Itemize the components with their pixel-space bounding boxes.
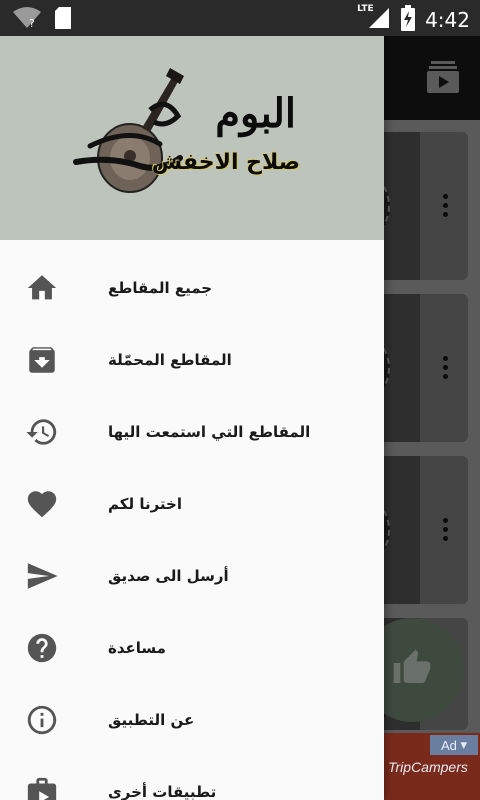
network-type-label: LTE [357, 4, 374, 14]
more-options-icon[interactable] [443, 518, 448, 541]
menu-item-history[interactable]: المقاطع التي استمعت اليها [0, 396, 384, 468]
menu-item-label: أرسل الى صديق [108, 567, 229, 585]
menu-item-label: المقاطع التي استمعت اليها [108, 423, 311, 441]
artist-name: صلاح الاخفش [151, 150, 300, 175]
ad-brand-label: TripCampers [388, 759, 468, 775]
more-options-icon[interactable] [443, 194, 448, 217]
menu-item-label: المقاطع المحمّلة [108, 351, 232, 369]
send-icon [24, 558, 60, 594]
menu-item-all-tracks[interactable]: جميع المقاطع [0, 252, 384, 324]
help-icon [24, 630, 60, 666]
menu-item-label: جميع المقاطع [108, 279, 213, 297]
sd-card-icon [54, 6, 72, 34]
menu-item-picks[interactable]: اخترنا لكم [0, 468, 384, 540]
more-options-icon[interactable] [443, 356, 448, 379]
status-bar: ? LTE 4:42 [0, 0, 480, 36]
navigation-drawer: البوم صلاح الاخفش جميع المقاطع المقاطع ا… [0, 0, 384, 800]
menu-item-label: اخترنا لكم [108, 495, 183, 513]
drawer-header: البوم صلاح الاخفش [0, 0, 384, 240]
svg-text:?: ? [29, 17, 35, 30]
store-icon [24, 774, 60, 800]
menu-item-share[interactable]: أرسل الى صديق [0, 540, 384, 612]
status-time: 4:42 [425, 8, 470, 32]
drawer-menu: جميع المقاطع المقاطع المحمّلة المقاطع ال… [0, 252, 384, 800]
menu-item-help[interactable]: مساعدة [0, 612, 384, 684]
info-icon [24, 702, 60, 738]
ad-badge[interactable]: Ad ▾ [430, 735, 478, 755]
wifi-question-icon: ? [12, 6, 42, 34]
album-title: البوم [215, 90, 296, 137]
battery-charging-icon [401, 5, 416, 35]
thumbs-up-icon [392, 648, 432, 692]
signal-icon: LTE [357, 4, 391, 34]
video-library-icon[interactable] [426, 60, 460, 98]
menu-item-label: عن التطبيق [108, 711, 195, 729]
download-box-icon [24, 342, 60, 378]
menu-item-label: تطبيقات أخرى [108, 783, 217, 800]
menu-item-label: مساعدة [108, 639, 166, 657]
menu-item-downloaded[interactable]: المقاطع المحمّلة [0, 324, 384, 396]
menu-item-other-apps[interactable]: تطبيقات أخرى [0, 756, 384, 800]
heart-icon [24, 486, 60, 522]
home-icon [24, 270, 60, 306]
menu-item-about[interactable]: عن التطبيق [0, 684, 384, 756]
history-icon [24, 414, 60, 450]
ad-banner[interactable]: Ad ▾ TripCampers [384, 733, 480, 800]
